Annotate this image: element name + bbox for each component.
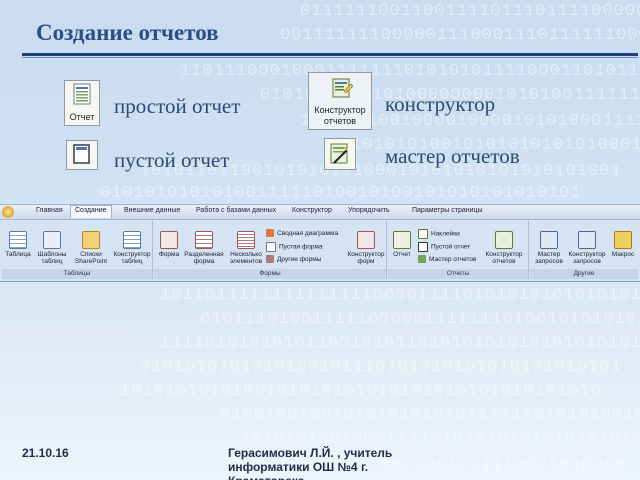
split-form-button[interactable]: Разделенная форма <box>184 231 224 265</box>
report-designer-icon: Конструктор отчетов <box>308 72 372 130</box>
pivot-chart-button[interactable]: Сводная диаграмма <box>266 229 338 239</box>
form-design-icon <box>357 231 375 249</box>
blank-report-label: пустой отчет <box>114 148 230 172</box>
footer-author: Герасимович Л.Й. , учитель информатики О… <box>228 446 393 480</box>
table-design-button[interactable]: Конструктор таблиц <box>112 231 152 265</box>
tab-home[interactable]: Главная <box>36 207 63 214</box>
query-design-button[interactable]: Конструктор запросов <box>566 231 608 265</box>
tab-design[interactable]: Конструктор <box>292 207 332 214</box>
designer-label: конструктор <box>385 92 496 116</box>
report-design-button[interactable]: Конструктор отчетов <box>482 231 526 265</box>
report-designer-caption: Конструктор отчетов <box>314 105 366 126</box>
macro-icon <box>614 231 632 249</box>
report-button[interactable]: Отчет <box>390 231 414 258</box>
group-other: Мастер запросов Конструктор запросов Мак… <box>530 221 638 279</box>
report-icon-caption: Отчет <box>69 112 95 122</box>
tab-arrange[interactable]: Упорядочить <box>348 207 390 214</box>
tab-create[interactable]: Создание <box>70 205 112 218</box>
report-wizard-icon <box>324 138 356 170</box>
form-button[interactable]: Форма <box>156 231 182 258</box>
table-design-icon <box>123 231 141 249</box>
group-tables-label: Таблицы <box>2 269 152 279</box>
table-templates-button[interactable]: Шаблоны таблиц <box>34 231 70 265</box>
access-ribbon: Главная Создание Внешние данные Работа с… <box>0 204 640 282</box>
report-wizard-label: мастер отчетов <box>385 144 520 168</box>
tab-database-tools[interactable]: Работа с базами данных <box>196 207 276 214</box>
sharepoint-lists-button[interactable]: Списки SharePoint <box>72 231 110 265</box>
blank-form-button[interactable]: Пустая форма <box>266 242 323 252</box>
simple-report-label: простой отчет <box>114 94 241 118</box>
multiple-items-button[interactable]: Несколько элементов <box>226 231 266 265</box>
form-icon <box>160 231 178 249</box>
group-other-label: Другие <box>530 269 638 279</box>
tab-external-data[interactable]: Внешние данные <box>124 207 180 214</box>
form-design-button[interactable]: Конструктор форм <box>346 231 386 265</box>
group-reports-label: Отчеты <box>388 269 528 279</box>
query-wizard-icon <box>540 231 558 249</box>
query-design-icon <box>578 231 596 249</box>
ribbon-report-icon <box>393 231 411 249</box>
macro-button[interactable]: Макрос <box>610 231 636 258</box>
blank-report-button[interactable]: Пустой отчет <box>418 242 470 252</box>
footer-date: 21.10.16 <box>22 446 69 460</box>
report-icon: Отчет <box>64 80 100 126</box>
group-forms-label: Формы <box>154 269 386 279</box>
group-reports: Отчет Наклейки Пустой отчет Мастер отчет… <box>388 221 529 279</box>
office-button-icon[interactable] <box>2 206 14 218</box>
group-tables: Таблица Шаблоны таблиц Списки SharePoint… <box>2 221 153 279</box>
report-wizard-button[interactable]: Мастер отчетов <box>418 255 477 265</box>
table-templates-icon <box>43 231 61 249</box>
multiple-items-icon <box>237 231 255 249</box>
group-forms: Форма Разделенная форма Несколько элемен… <box>154 221 387 279</box>
ribbon-report-design-icon <box>495 231 513 249</box>
query-wizard-button[interactable]: Мастер запросов <box>532 231 566 265</box>
labels-button[interactable]: Наклейки <box>418 229 460 239</box>
table-button[interactable]: Таблица <box>2 231 34 258</box>
table-icon <box>9 231 27 249</box>
tab-page-setup[interactable]: Параметры страницы <box>412 207 483 214</box>
title-underline-thin <box>22 57 638 58</box>
blank-report-icon <box>66 140 98 170</box>
title-underline <box>22 53 638 56</box>
split-form-icon <box>195 231 213 249</box>
sharepoint-icon <box>82 231 100 249</box>
slide-title: Создание отчетов <box>36 20 219 45</box>
more-forms-button[interactable]: Другие формы <box>266 255 321 265</box>
ribbon-tab-bar: Главная Создание Внешние данные Работа с… <box>0 205 640 220</box>
